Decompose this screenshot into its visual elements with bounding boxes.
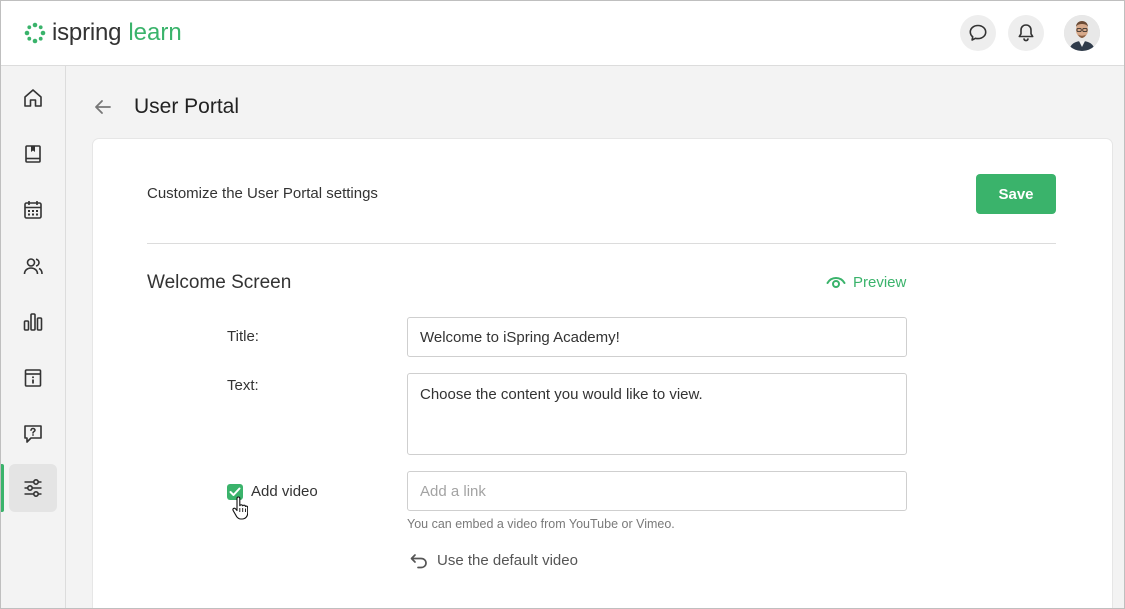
- add-video-label[interactable]: Add video: [251, 483, 318, 500]
- calendar-icon: [24, 201, 42, 219]
- info-icon: [24, 369, 42, 387]
- top-bar: ispring learn: [0, 0, 1125, 66]
- sidebar-item-home[interactable]: [9, 74, 57, 122]
- preview-label: Preview: [853, 274, 907, 291]
- notifications-button[interactable]: [1008, 15, 1044, 51]
- page-title: User Portal: [134, 95, 240, 118]
- video-link-input[interactable]: Add a link: [407, 471, 907, 511]
- user-avatar[interactable]: [1064, 15, 1100, 51]
- logo-mark-icon: [24, 22, 46, 44]
- help-icon: [24, 425, 42, 443]
- sidebar-item-help[interactable]: [9, 410, 57, 458]
- settings-sliders-icon: [24, 478, 42, 498]
- text-label: Text:: [227, 377, 259, 394]
- title-label: Title:: [227, 328, 259, 345]
- settings-card: Customize the User Portal settings Save …: [93, 139, 1112, 609]
- user-photo-icon: [1064, 15, 1100, 51]
- sidebar-active-indicator: [0, 464, 4, 512]
- reports-icon: [23, 313, 43, 331]
- use-default-video-label: Use the default video: [437, 551, 578, 569]
- use-default-video-link[interactable]: Use the default video: [409, 551, 578, 569]
- preview-link[interactable]: Preview: [826, 274, 906, 291]
- chat-icon: [969, 24, 987, 41]
- section-title-welcome-screen: Welcome Screen: [147, 272, 292, 293]
- ispring-learn-logo[interactable]: ispring learn: [24, 18, 182, 48]
- sidebar-item-reports[interactable]: [9, 298, 57, 346]
- home-icon: [24, 89, 42, 107]
- users-icon: [23, 258, 43, 275]
- sidebar-item-courses[interactable]: [9, 130, 57, 178]
- video-link-placeholder: Add a link: [420, 482, 486, 500]
- sidebar-item-calendar[interactable]: [9, 186, 57, 234]
- title-input[interactable]: Welcome to iSpring Academy!: [407, 317, 907, 357]
- sidebar-item-info[interactable]: [9, 354, 57, 402]
- title-input-value: Welcome to iSpring Academy!: [420, 328, 620, 346]
- book-icon: [25, 145, 41, 163]
- video-link-hint: You can embed a video from YouTube or Vi…: [407, 517, 675, 531]
- bell-icon: [1018, 24, 1034, 42]
- divider: [147, 243, 1056, 244]
- arrow-left-icon: [95, 100, 111, 114]
- sidebar-item-users[interactable]: [9, 242, 57, 290]
- logo-text-learn: learn: [128, 19, 182, 46]
- page-subtitle: Customize the User Portal settings: [147, 185, 378, 202]
- back-button[interactable]: [92, 96, 114, 118]
- save-button[interactable]: Save: [976, 174, 1056, 214]
- logo-text: ispring: [52, 19, 122, 46]
- sidebar: [0, 66, 66, 609]
- hand-cursor-icon: [232, 496, 249, 525]
- undo-icon: [410, 554, 427, 569]
- text-textarea[interactable]: Choose the content you would like to vie…: [407, 373, 907, 455]
- sidebar-item-settings[interactable]: [9, 464, 57, 512]
- chat-button[interactable]: [960, 15, 996, 51]
- eye-icon: [826, 276, 846, 288]
- text-textarea-value: Choose the content you would like to vie…: [420, 386, 703, 403]
